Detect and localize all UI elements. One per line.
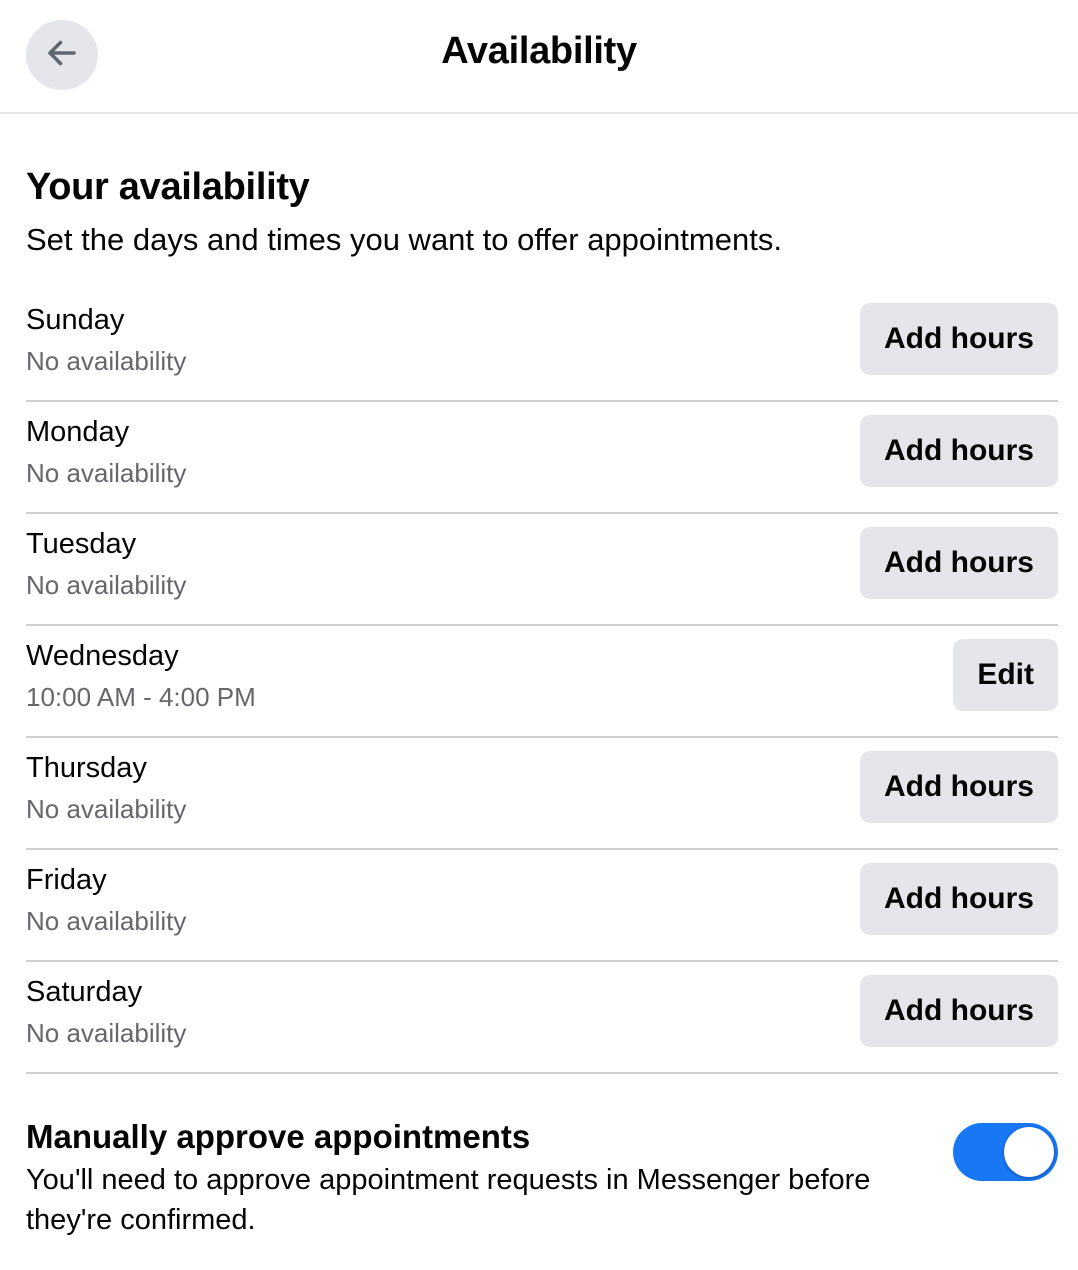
day-row-saturday: Saturday No availability Add hours	[26, 962, 1058, 1074]
day-row-thursday: Thursday No availability Add hours	[26, 738, 1058, 850]
manual-approve-description: You'll need to approve appointment reque…	[26, 1164, 871, 1236]
page-title: Availability	[441, 30, 637, 72]
days-list: Sunday No availability Add hours Monday …	[26, 290, 1058, 1074]
add-hours-button[interactable]: Add hours	[860, 863, 1058, 935]
toggle-knob	[1004, 1127, 1054, 1177]
day-row-tuesday: Tuesday No availability Add hours	[26, 514, 1058, 626]
add-hours-button[interactable]: Add hours	[860, 303, 1058, 375]
section-subtitle: Set the days and times you want to offer…	[26, 222, 782, 257]
section-title: Your availability	[26, 166, 310, 208]
day-hours: No availability	[26, 458, 187, 488]
header-bar: Availability	[0, 0, 1078, 114]
day-name: Saturday	[26, 976, 143, 1008]
day-name: Tuesday	[26, 528, 137, 560]
day-row-sunday: Sunday No availability Add hours	[26, 290, 1058, 402]
day-name: Sunday	[26, 304, 125, 336]
edit-hours-button[interactable]: Edit	[953, 639, 1058, 711]
day-row-wednesday: Wednesday 10:00 AM - 4:00 PM Edit	[26, 626, 1058, 738]
manual-approve-title: Manually approve appointments	[26, 1118, 531, 1155]
day-name: Thursday	[26, 752, 147, 784]
day-hours: No availability	[26, 570, 187, 600]
day-hours: No availability	[26, 794, 187, 824]
day-row-friday: Friday No availability Add hours	[26, 850, 1058, 962]
day-hours: 10:00 AM - 4:00 PM	[26, 682, 256, 712]
add-hours-button[interactable]: Add hours	[860, 751, 1058, 823]
day-hours: No availability	[26, 1018, 187, 1048]
day-name: Wednesday	[26, 640, 179, 672]
manual-approve-toggle[interactable]	[953, 1123, 1058, 1181]
day-name: Friday	[26, 864, 107, 896]
day-hours: No availability	[26, 906, 187, 936]
add-hours-button[interactable]: Add hours	[860, 527, 1058, 599]
day-hours: No availability	[26, 346, 187, 376]
day-name: Monday	[26, 416, 130, 448]
add-hours-button[interactable]: Add hours	[860, 975, 1058, 1047]
add-hours-button[interactable]: Add hours	[860, 415, 1058, 487]
day-row-monday: Monday No availability Add hours	[26, 402, 1058, 514]
